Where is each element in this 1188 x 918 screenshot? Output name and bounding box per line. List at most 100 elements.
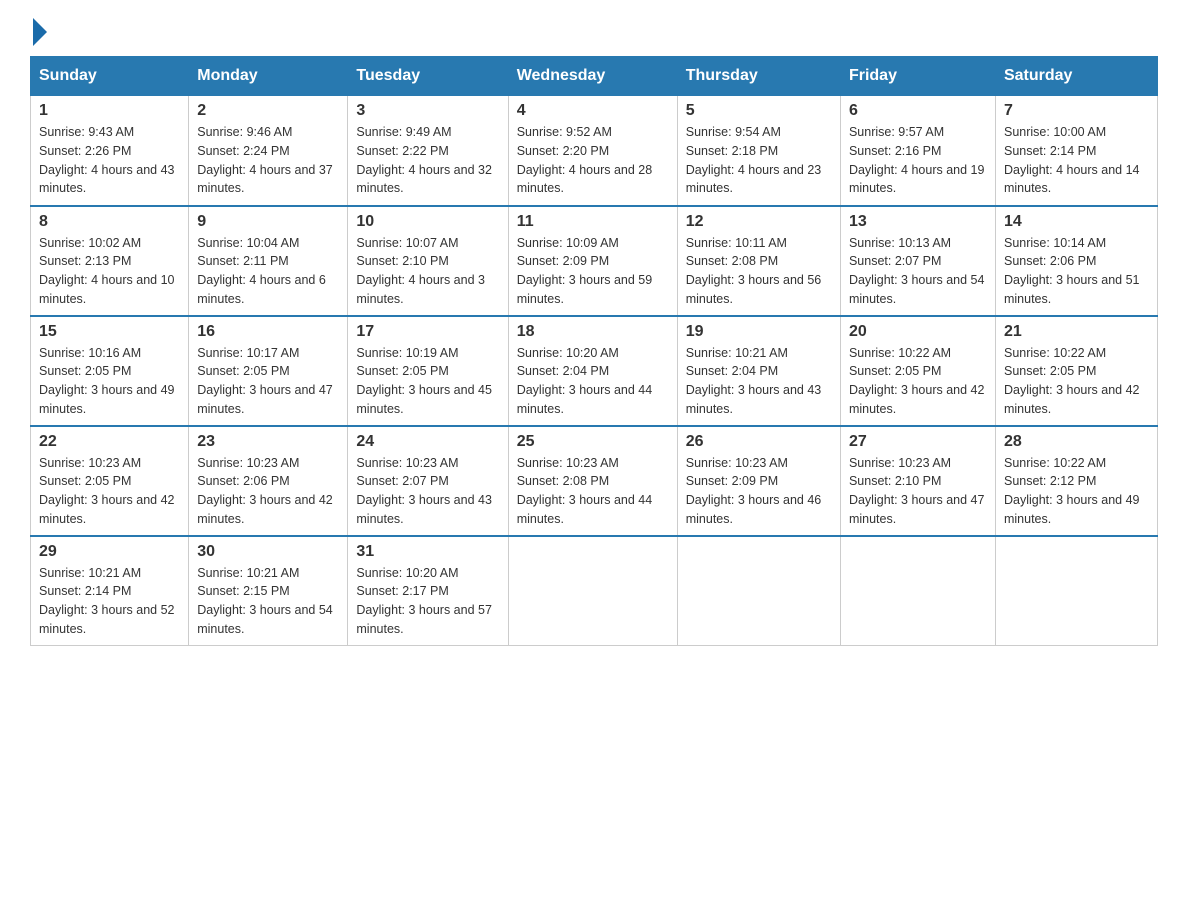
calendar-cell [677,536,840,646]
calendar-cell: 23 Sunrise: 10:23 AMSunset: 2:06 PMDayli… [189,426,348,536]
calendar-cell: 9 Sunrise: 10:04 AMSunset: 2:11 PMDaylig… [189,206,348,316]
day-info: Sunrise: 10:09 AMSunset: 2:09 PMDaylight… [517,236,653,306]
column-header-tuesday: Tuesday [348,57,508,96]
day-number: 28 [1004,433,1149,451]
calendar-cell: 29 Sunrise: 10:21 AMSunset: 2:14 PMDayli… [31,536,189,646]
calendar-cell: 2 Sunrise: 9:46 AMSunset: 2:24 PMDayligh… [189,96,348,206]
day-info: Sunrise: 10:23 AMSunset: 2:07 PMDaylight… [356,456,492,526]
day-info: Sunrise: 10:02 AMSunset: 2:13 PMDaylight… [39,236,175,306]
day-number: 20 [849,323,987,341]
logo-arrow-icon [33,18,47,46]
day-number: 1 [39,102,180,120]
day-info: Sunrise: 10:23 AMSunset: 2:06 PMDaylight… [197,456,333,526]
day-info: Sunrise: 10:22 AMSunset: 2:05 PMDaylight… [849,346,985,416]
calendar-cell: 10 Sunrise: 10:07 AMSunset: 2:10 PMDayli… [348,206,508,316]
day-number: 23 [197,433,339,451]
calendar-cell: 3 Sunrise: 9:49 AMSunset: 2:22 PMDayligh… [348,96,508,206]
calendar-cell: 18 Sunrise: 10:20 AMSunset: 2:04 PMDayli… [508,316,677,426]
day-info: Sunrise: 10:20 AMSunset: 2:04 PMDaylight… [517,346,653,416]
day-number: 13 [849,213,987,231]
day-number: 31 [356,543,499,561]
day-number: 24 [356,433,499,451]
calendar-cell: 27 Sunrise: 10:23 AMSunset: 2:10 PMDayli… [840,426,995,536]
calendar-cell: 13 Sunrise: 10:13 AMSunset: 2:07 PMDayli… [840,206,995,316]
calendar-cell: 19 Sunrise: 10:21 AMSunset: 2:04 PMDayli… [677,316,840,426]
day-number: 27 [849,433,987,451]
calendar-cell: 1 Sunrise: 9:43 AMSunset: 2:26 PMDayligh… [31,96,189,206]
column-header-wednesday: Wednesday [508,57,677,96]
calendar-cell [508,536,677,646]
calendar-cell: 7 Sunrise: 10:00 AMSunset: 2:14 PMDaylig… [995,96,1157,206]
calendar-cell: 15 Sunrise: 10:16 AMSunset: 2:05 PMDayli… [31,316,189,426]
day-info: Sunrise: 10:22 AMSunset: 2:05 PMDaylight… [1004,346,1140,416]
day-number: 22 [39,433,180,451]
day-number: 14 [1004,213,1149,231]
day-info: Sunrise: 10:11 AMSunset: 2:08 PMDaylight… [686,236,822,306]
column-header-sunday: Sunday [31,57,189,96]
calendar-week-row: 29 Sunrise: 10:21 AMSunset: 2:14 PMDayli… [31,536,1158,646]
day-number: 19 [686,323,832,341]
day-number: 16 [197,323,339,341]
calendar-cell: 21 Sunrise: 10:22 AMSunset: 2:05 PMDayli… [995,316,1157,426]
day-number: 18 [517,323,669,341]
day-number: 9 [197,213,339,231]
calendar-cell: 5 Sunrise: 9:54 AMSunset: 2:18 PMDayligh… [677,96,840,206]
day-info: Sunrise: 10:07 AMSunset: 2:10 PMDaylight… [356,236,485,306]
calendar-cell: 16 Sunrise: 10:17 AMSunset: 2:05 PMDayli… [189,316,348,426]
day-number: 29 [39,543,180,561]
calendar-cell: 22 Sunrise: 10:23 AMSunset: 2:05 PMDayli… [31,426,189,536]
calendar-cell: 20 Sunrise: 10:22 AMSunset: 2:05 PMDayli… [840,316,995,426]
day-number: 12 [686,213,832,231]
day-number: 26 [686,433,832,451]
day-info: Sunrise: 10:14 AMSunset: 2:06 PMDaylight… [1004,236,1140,306]
day-info: Sunrise: 10:21 AMSunset: 2:14 PMDaylight… [39,566,175,636]
day-info: Sunrise: 10:17 AMSunset: 2:05 PMDaylight… [197,346,333,416]
day-info: Sunrise: 9:43 AMSunset: 2:26 PMDaylight:… [39,125,175,195]
day-info: Sunrise: 10:16 AMSunset: 2:05 PMDaylight… [39,346,175,416]
calendar-week-row: 1 Sunrise: 9:43 AMSunset: 2:26 PMDayligh… [31,96,1158,206]
calendar-cell: 17 Sunrise: 10:19 AMSunset: 2:05 PMDayli… [348,316,508,426]
day-number: 7 [1004,102,1149,120]
day-info: Sunrise: 10:20 AMSunset: 2:17 PMDaylight… [356,566,492,636]
calendar-cell [840,536,995,646]
day-number: 21 [1004,323,1149,341]
day-info: Sunrise: 9:54 AMSunset: 2:18 PMDaylight:… [686,125,822,195]
day-info: Sunrise: 10:23 AMSunset: 2:08 PMDaylight… [517,456,653,526]
calendar-cell: 26 Sunrise: 10:23 AMSunset: 2:09 PMDayli… [677,426,840,536]
column-header-thursday: Thursday [677,57,840,96]
calendar-cell: 12 Sunrise: 10:11 AMSunset: 2:08 PMDayli… [677,206,840,316]
day-info: Sunrise: 10:21 AMSunset: 2:15 PMDaylight… [197,566,333,636]
day-info: Sunrise: 9:49 AMSunset: 2:22 PMDaylight:… [356,125,492,195]
calendar-cell: 8 Sunrise: 10:02 AMSunset: 2:13 PMDaylig… [31,206,189,316]
day-info: Sunrise: 10:13 AMSunset: 2:07 PMDaylight… [849,236,985,306]
day-number: 17 [356,323,499,341]
day-number: 5 [686,102,832,120]
calendar-cell: 4 Sunrise: 9:52 AMSunset: 2:20 PMDayligh… [508,96,677,206]
calendar-cell: 28 Sunrise: 10:22 AMSunset: 2:12 PMDayli… [995,426,1157,536]
calendar-cell: 24 Sunrise: 10:23 AMSunset: 2:07 PMDayli… [348,426,508,536]
day-number: 2 [197,102,339,120]
logo [30,20,47,46]
day-info: Sunrise: 10:23 AMSunset: 2:05 PMDaylight… [39,456,175,526]
page-header [30,20,1158,46]
day-info: Sunrise: 10:23 AMSunset: 2:09 PMDaylight… [686,456,822,526]
day-info: Sunrise: 10:22 AMSunset: 2:12 PMDaylight… [1004,456,1140,526]
day-info: Sunrise: 10:04 AMSunset: 2:11 PMDaylight… [197,236,326,306]
day-info: Sunrise: 10:19 AMSunset: 2:05 PMDaylight… [356,346,492,416]
day-info: Sunrise: 10:21 AMSunset: 2:04 PMDaylight… [686,346,822,416]
day-number: 30 [197,543,339,561]
column-header-saturday: Saturday [995,57,1157,96]
calendar-cell: 14 Sunrise: 10:14 AMSunset: 2:06 PMDayli… [995,206,1157,316]
day-number: 3 [356,102,499,120]
day-info: Sunrise: 9:57 AMSunset: 2:16 PMDaylight:… [849,125,985,195]
calendar-cell: 11 Sunrise: 10:09 AMSunset: 2:09 PMDayli… [508,206,677,316]
column-header-friday: Friday [840,57,995,96]
calendar-week-row: 8 Sunrise: 10:02 AMSunset: 2:13 PMDaylig… [31,206,1158,316]
column-header-monday: Monday [189,57,348,96]
calendar-cell: 31 Sunrise: 10:20 AMSunset: 2:17 PMDayli… [348,536,508,646]
calendar-week-row: 22 Sunrise: 10:23 AMSunset: 2:05 PMDayli… [31,426,1158,536]
calendar-table: SundayMondayTuesdayWednesdayThursdayFrid… [30,56,1158,646]
day-number: 8 [39,213,180,231]
day-info: Sunrise: 10:00 AMSunset: 2:14 PMDaylight… [1004,125,1140,195]
calendar-cell: 6 Sunrise: 9:57 AMSunset: 2:16 PMDayligh… [840,96,995,206]
